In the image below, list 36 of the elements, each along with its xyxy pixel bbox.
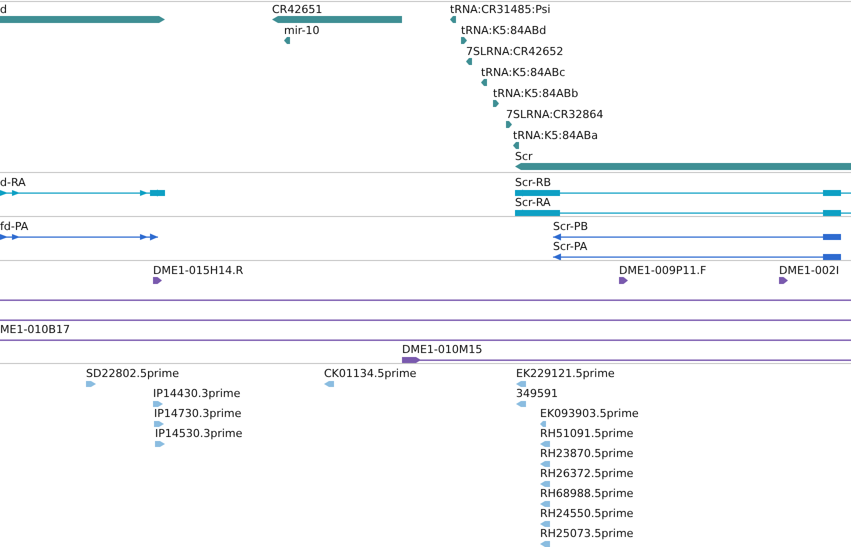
feature-label: Scr-PA (553, 240, 588, 253)
feature-label: IP14730.3prime (154, 407, 242, 420)
feature-label: RH51091.5prime (540, 427, 634, 440)
feature-label: d (0, 3, 7, 16)
feature-label: CK01134.5prime (324, 367, 416, 380)
feature-label: ME1-010B17 (0, 323, 70, 336)
feature-label: 7SLRNA:CR42652 (466, 45, 564, 58)
feature-label: tRNA:K5:84ABc (481, 66, 566, 79)
feature-label: mir-10 (284, 24, 320, 37)
feature-label: Scr-PB (553, 220, 588, 233)
feature-label: tRNA:K5:84ABd (461, 24, 546, 37)
feature-label: tRNA:K5:84ABa (513, 129, 598, 142)
feature-label: RH68988.5prime (540, 487, 634, 500)
feature-label: IP14530.3prime (155, 427, 242, 440)
feature-label: DME1-015H14.R (153, 264, 244, 277)
feature-label: DME1-009P11.F (619, 264, 706, 277)
feature-label: Scr (515, 150, 533, 163)
feature-label: tRNA:K5:84ABb (493, 87, 578, 100)
feature-label: RH23870.5prime (540, 447, 634, 460)
feature-label: SD22802.5prime (86, 367, 179, 380)
feature-label: Scr-RA (515, 196, 551, 209)
feature-label: DME1-002I (779, 264, 840, 277)
feature-label: EK229121.5prime (516, 367, 615, 380)
feature-label: RH24550.5prime (540, 507, 634, 520)
feature-label: tRNA:CR31485:Psi (450, 3, 550, 16)
feature-label: CR42651 (272, 3, 322, 16)
feature-label: DME1-010M15 (402, 343, 482, 356)
feature-label: 7SLRNA:CR32864 (506, 108, 604, 121)
feature-label: EK093903.5prime (540, 407, 639, 420)
feature-label: d-RA (0, 176, 26, 189)
feature-label: Scr-RB (515, 176, 552, 189)
feature-label: RH25073.5prime (540, 527, 634, 540)
feature-label: 349591 (516, 387, 558, 400)
feature-label: RH26372.5prime (540, 467, 634, 480)
feature-label: fd-PA (0, 220, 28, 233)
feature-label: IP14430.3prime (153, 387, 240, 400)
